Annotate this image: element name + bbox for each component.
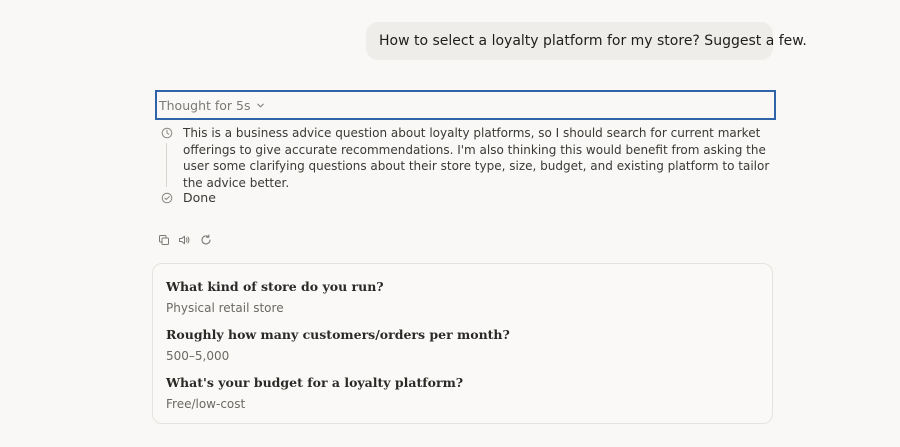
check-circle-icon <box>161 192 173 204</box>
qa-item: What's your budget for a loyalty platfor… <box>166 375 463 411</box>
message-actions <box>157 233 212 246</box>
user-message-text: How to select a loyalty platform for my … <box>379 33 807 49</box>
retry-icon[interactable] <box>199 233 212 246</box>
clock-icon <box>161 127 173 139</box>
thought-timeline-line <box>166 143 167 187</box>
speaker-icon[interactable] <box>178 233 191 246</box>
question-text: What's your budget for a loyalty platfor… <box>166 375 464 390</box>
thought-toggle-button[interactable]: Thought for 5s <box>155 90 776 120</box>
qa-item: What kind of store do you run? Physical … <box>166 279 384 315</box>
copy-icon[interactable] <box>157 233 170 246</box>
qa-item: Roughly how many customers/orders per mo… <box>166 327 510 363</box>
clarifying-answers-card: What kind of store do you run? Physical … <box>152 263 773 424</box>
thought-toggle-label: Thought for 5s <box>159 97 251 113</box>
chat-page: How to select a loyalty platform for my … <box>0 0 900 447</box>
answer-text: 500–5,000 <box>166 349 230 363</box>
thought-text: This is a business advice question about… <box>183 126 770 190</box>
question-text: Roughly how many customers/orders per mo… <box>166 327 510 342</box>
answer-text: Free/low-cost <box>166 397 246 411</box>
question-text: What kind of store do you run? <box>166 279 384 294</box>
user-message-bubble: How to select a loyalty platform for my … <box>366 22 807 60</box>
thought-done-label: Done <box>183 190 216 205</box>
answer-text: Physical retail store <box>166 301 284 315</box>
chevron-down-icon <box>256 101 265 110</box>
